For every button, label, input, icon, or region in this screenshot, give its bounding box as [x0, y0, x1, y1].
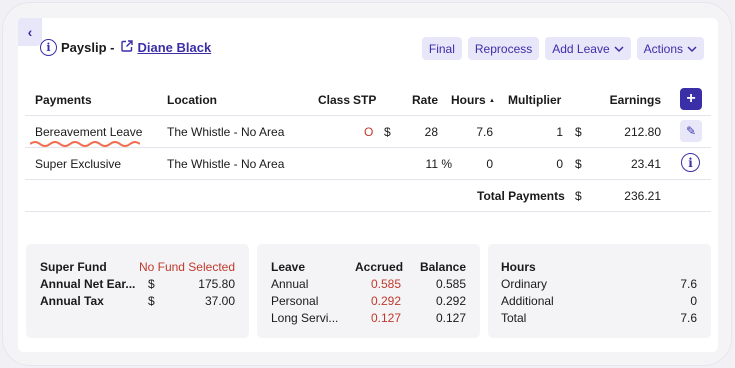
- leave-balance: 0.292: [435, 294, 466, 308]
- divider: [25, 147, 711, 148]
- leave-type: Annual: [271, 277, 309, 291]
- hours-value: 7.6: [680, 311, 697, 325]
- header-actions: Final Reprocess Add Leave Actions: [421, 37, 704, 60]
- col-header-multiplier[interactable]: Multiplier: [508, 93, 561, 107]
- col-header-earnings[interactable]: Earnings: [600, 93, 661, 107]
- info-icon[interactable]: i: [40, 39, 57, 56]
- final-button[interactable]: Final: [421, 37, 462, 60]
- sort-asc-icon: ▲: [489, 97, 495, 104]
- col-header-class[interactable]: Class: [318, 93, 350, 107]
- payslip-header: i Payslip - Diane Black: [40, 39, 211, 56]
- page-title: Payslip -: [61, 40, 115, 55]
- hours-value: 7.6: [476, 125, 493, 139]
- col-header-payments[interactable]: Payments: [35, 93, 92, 107]
- annual-tax-label: Annual Tax: [40, 294, 104, 308]
- earnings-value: 23.41: [630, 157, 661, 171]
- divider: [25, 115, 711, 116]
- total-payments-label: Total Payments: [477, 189, 565, 203]
- employee-name-link[interactable]: Diane Black: [137, 40, 211, 55]
- earnings-currency: $: [575, 157, 582, 171]
- hours-value: 0: [486, 157, 493, 171]
- plus-icon: +: [686, 90, 696, 107]
- reprocess-label: Reprocess: [474, 41, 533, 56]
- balance-header: Balance: [419, 260, 466, 274]
- external-link-icon[interactable]: [121, 40, 134, 55]
- hours-panel: Hours Ordinary 7.6 Additional 0 Total 7.…: [488, 244, 711, 338]
- annual-tax-value: 37.00: [204, 294, 235, 308]
- multiplier-value: 1: [556, 125, 563, 139]
- col-header-location[interactable]: Location: [167, 93, 217, 107]
- payment-location: The Whistle - No Area: [167, 157, 285, 171]
- annual-net-value: 175.80: [198, 277, 235, 291]
- multiplier-value: 0: [556, 157, 563, 171]
- leave-accrued: 0.292: [370, 294, 401, 308]
- rate-currency: $: [384, 125, 391, 139]
- add-payment-button[interactable]: +: [680, 88, 702, 110]
- leave-accrued: 0.585: [370, 277, 401, 291]
- divider: [25, 211, 711, 212]
- hours-header-label: Hours: [451, 93, 486, 107]
- annual-net-label: Annual Net Ear...: [40, 277, 136, 291]
- earnings-value: 212.80: [624, 125, 661, 139]
- hours-label: Total: [501, 311, 527, 325]
- stp-code: O: [364, 125, 374, 139]
- total-payments-value: 236.21: [624, 189, 661, 203]
- final-label: Final: [428, 41, 455, 56]
- chevron-down-icon: [614, 45, 624, 52]
- col-header-hours[interactable]: Hours ▲: [451, 93, 495, 107]
- super-fund-value[interactable]: No Fund Selected: [139, 260, 235, 274]
- col-header-rate[interactable]: Rate: [400, 93, 438, 107]
- hours-value: 0: [690, 294, 697, 308]
- chevron-down-icon: [687, 45, 697, 52]
- add-leave-button[interactable]: Add Leave: [545, 37, 631, 60]
- chevron-left-icon: ‹: [27, 24, 33, 40]
- leave-accrued: 0.127: [370, 311, 401, 325]
- super-fund-label: Super Fund: [40, 260, 107, 274]
- rate-value: 11 %: [425, 157, 452, 171]
- reprocess-button[interactable]: Reprocess: [467, 37, 540, 60]
- leave-balance: 0.585: [435, 277, 466, 291]
- leave-type: Personal: [271, 294, 319, 308]
- earnings-currency: $: [575, 125, 582, 139]
- edit-button[interactable]: ✎: [680, 120, 702, 142]
- hours-label: Ordinary: [501, 277, 548, 291]
- add-leave-label: Add Leave: [552, 41, 610, 56]
- payment-name[interactable]: Bereavement Leave: [35, 125, 142, 139]
- leave-header: Leave: [271, 260, 306, 274]
- actions-label: Actions: [643, 41, 683, 56]
- hours-label: Additional: [501, 294, 554, 308]
- pencil-icon: ✎: [685, 124, 697, 138]
- hours-value: 7.6: [680, 277, 697, 291]
- total-currency: $: [575, 189, 582, 203]
- annual-net-currency: $: [148, 277, 155, 291]
- payment-name[interactable]: Super Exclusive: [35, 157, 121, 171]
- accrued-header: Accrued: [355, 260, 404, 274]
- actions-button[interactable]: Actions: [636, 37, 704, 60]
- col-header-stp[interactable]: STP: [353, 93, 376, 107]
- annual-tax-currency: $: [148, 294, 155, 308]
- rate-value: 28: [424, 125, 438, 139]
- super-panel: Super Fund No Fund Selected Annual Net E…: [26, 244, 249, 338]
- leave-type: Long Servi...: [271, 311, 339, 325]
- payment-location: The Whistle - No Area: [167, 125, 285, 139]
- leave-panel: Leave Accrued Balance Annual 0.585 0.585…: [257, 244, 480, 338]
- hours-panel-title: Hours: [501, 260, 536, 274]
- divider: [25, 179, 711, 180]
- leave-balance: 0.127: [435, 311, 466, 325]
- back-button[interactable]: ‹: [18, 18, 42, 46]
- info-icon[interactable]: i: [681, 153, 700, 172]
